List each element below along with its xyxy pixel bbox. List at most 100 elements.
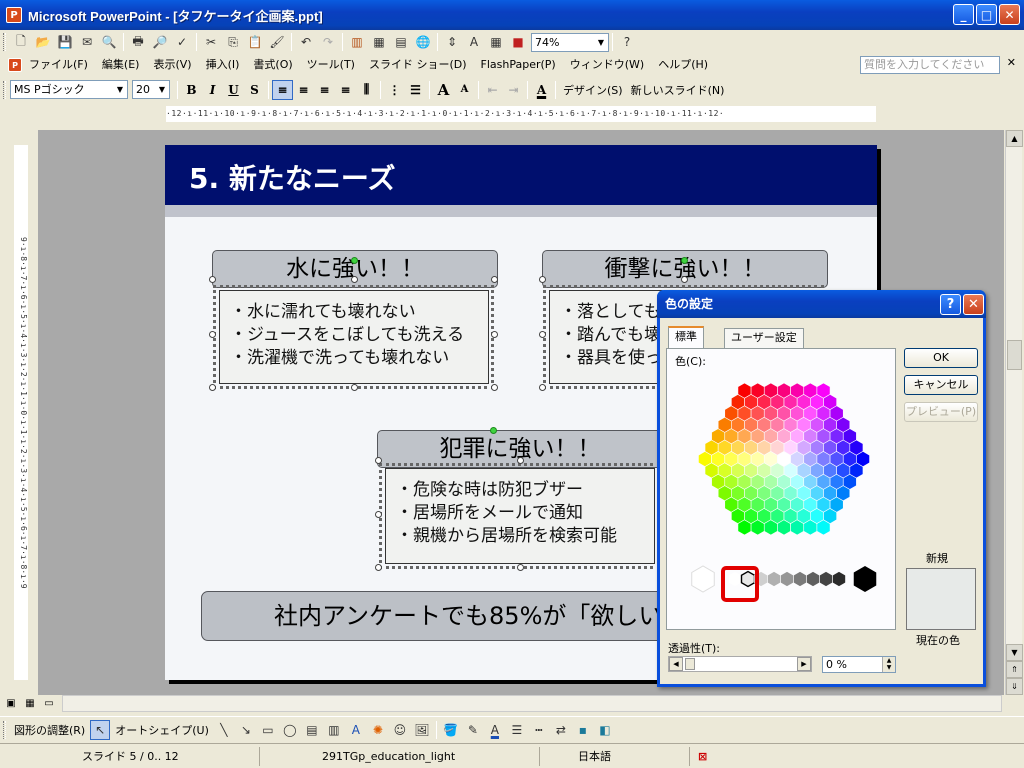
gray-cell[interactable] [767,571,781,587]
resize-handle[interactable] [375,457,382,464]
preview-button[interactable]: プレビュー(P) [904,402,978,422]
line-style-icon[interactable]: ☰ [507,720,527,740]
vertical-textbox-icon[interactable]: ▥ [324,720,344,740]
tables-borders-icon[interactable]: ▤ [391,32,411,52]
resize-handle[interactable] [491,331,498,338]
clipart-icon[interactable]: ☺ [390,720,410,740]
font-dropdown[interactable]: MS Pゴシック ▼ [10,80,128,99]
font-color-icon[interactable]: A [485,720,505,740]
picture-icon[interactable]: 🖼 [412,720,432,740]
dialog-close-button[interactable]: ✕ [963,294,984,315]
slide-sorter-icon[interactable]: ▦ [22,697,38,711]
horizontal-scrollbar[interactable] [62,695,1002,712]
hyperlink-icon[interactable]: 🌐 [413,32,433,52]
toolbar-grip[interactable] [3,33,6,51]
black-hex-cell[interactable] [853,566,877,592]
resize-handle[interactable] [351,384,358,391]
scroll-up-icon[interactable]: ▲ [1006,130,1023,147]
document-icon[interactable]: P [8,58,22,72]
decrease-font-icon[interactable]: A [454,80,475,100]
toolbar-grip[interactable] [3,80,6,99]
normal-view-icon[interactable]: ▣ [3,697,19,711]
menu-flashpaper[interactable]: FlashPaper(P) [474,54,563,76]
chart-icon[interactable]: ▥ [347,32,367,52]
slide-title[interactable]: 5. 新たなニーズ [189,157,395,197]
menu-tools[interactable]: ツール(T) [300,54,362,76]
document-close-icon[interactable]: ✕ [1007,56,1016,69]
align-right-icon[interactable]: ≡ [314,80,335,100]
previous-slide-icon[interactable]: ⇑ [1006,661,1023,678]
oval-icon[interactable]: ◯ [280,720,300,740]
horizontal-ruler[interactable]: ·12·ı·11·ı·10·ı·9·ı·8·ı·7·ı·6·ı·5·ı·4·ı·… [166,106,876,122]
resize-handle[interactable] [209,384,216,391]
resize-handle[interactable] [375,564,382,571]
spellcheck-icon[interactable]: ✓ [172,32,192,52]
italic-button[interactable]: I [202,80,223,100]
increase-font-icon[interactable]: A [433,80,454,100]
slider-left-icon[interactable]: ◀ [669,657,683,671]
dialog-help-button[interactable]: ? [940,294,961,315]
resize-handle[interactable] [539,331,546,338]
menu-edit[interactable]: 編集(E) [95,54,147,76]
box1-body[interactable]: ・水に濡れても壊れない ・ジュースをこぼしても洗える ・洗濯機で洗っても壊れない [219,290,489,384]
resize-handle[interactable] [491,276,498,283]
tab-custom[interactable]: ユーザー設定 [724,328,804,348]
textbox-icon[interactable]: ▤ [302,720,322,740]
slider-right-icon[interactable]: ▶ [797,657,811,671]
zoom-dropdown[interactable]: 74% ▼ [531,32,609,52]
print-icon[interactable]: 🖶 [128,32,148,52]
permission-icon[interactable]: ✉ [77,32,97,52]
gray-cell[interactable] [832,571,846,587]
spinner-icon[interactable]: ▲ ▼ [882,657,895,672]
minimize-button[interactable]: _ [953,4,974,25]
redo-icon[interactable]: ↷ [318,32,338,52]
menu-slideshow[interactable]: スライド ショー(D) [362,54,474,76]
vertical-ruler[interactable]: 9·ı·8·ı·7·ı·6·ı·5·ı·4·ı·3·ı·2·ı·1·ı·0·ı·… [14,145,28,680]
grid-icon[interactable]: ▦ [486,32,506,52]
diagram-icon[interactable]: ✺ [368,720,388,740]
menu-insert[interactable]: 挿入(I) [199,54,247,76]
wordart-icon[interactable]: A [346,720,366,740]
align-left-icon[interactable]: ≡ [272,79,293,100]
white-hex-cell[interactable] [691,565,715,593]
resize-handle[interactable] [517,564,524,571]
arrow-icon[interactable]: ↘ [236,720,256,740]
toolbar-grip[interactable] [3,720,6,739]
slideshow-icon[interactable]: ▭ [41,697,57,711]
resize-handle[interactable] [209,276,216,283]
help-icon[interactable]: ? [617,32,637,52]
gray-cell[interactable] [793,571,807,587]
table-icon[interactable]: ▦ [369,32,389,52]
menu-window[interactable]: ウィンドウ(W) [563,54,651,76]
menu-view[interactable]: 表示(V) [146,54,198,76]
dialog-title[interactable]: 色の設定 [657,290,986,318]
chevron-down-icon[interactable]: ▼ [594,34,608,51]
distribute-icon[interactable]: ⫼ [356,80,377,100]
tab-standard[interactable]: 標準 [668,326,704,348]
save-icon[interactable]: 💾 [55,32,75,52]
rectangle-icon[interactable]: ▭ [258,720,278,740]
bold-button[interactable]: B [181,80,202,100]
resize-handle[interactable] [209,331,216,338]
transparency-slider[interactable]: ◀ ▶ [668,656,812,672]
gray-cell[interactable] [819,571,833,587]
font-size-dropdown[interactable]: 20 ▼ [132,80,170,99]
search-file-icon[interactable]: 🔍 [99,32,119,52]
line-color-icon[interactable]: ✎ [463,720,483,740]
line-icon[interactable]: ╲ [214,720,234,740]
select-arrow-icon[interactable]: ↖ [90,719,111,740]
menu-help[interactable]: ヘルプ(H) [651,54,715,76]
color-grayscale-icon[interactable]: ■ [508,32,528,52]
bullets-icon[interactable]: ☰ [405,80,426,100]
resize-handle[interactable] [539,276,546,283]
spelling-status-icon[interactable]: ⊠ [690,747,715,766]
new-file-icon[interactable]: 🗋 [11,32,31,52]
undo-icon[interactable]: ↶ [296,32,316,52]
shadow-button[interactable]: S [244,80,265,100]
gray-cell[interactable] [806,571,820,587]
3d-icon[interactable]: ◧ [595,720,615,740]
autoshape-menu[interactable]: オートシェイプ(U) [111,722,213,738]
slider-thumb[interactable] [685,658,695,670]
scroll-down-icon[interactable]: ▼ [1006,644,1023,661]
resize-handle[interactable] [517,457,524,464]
